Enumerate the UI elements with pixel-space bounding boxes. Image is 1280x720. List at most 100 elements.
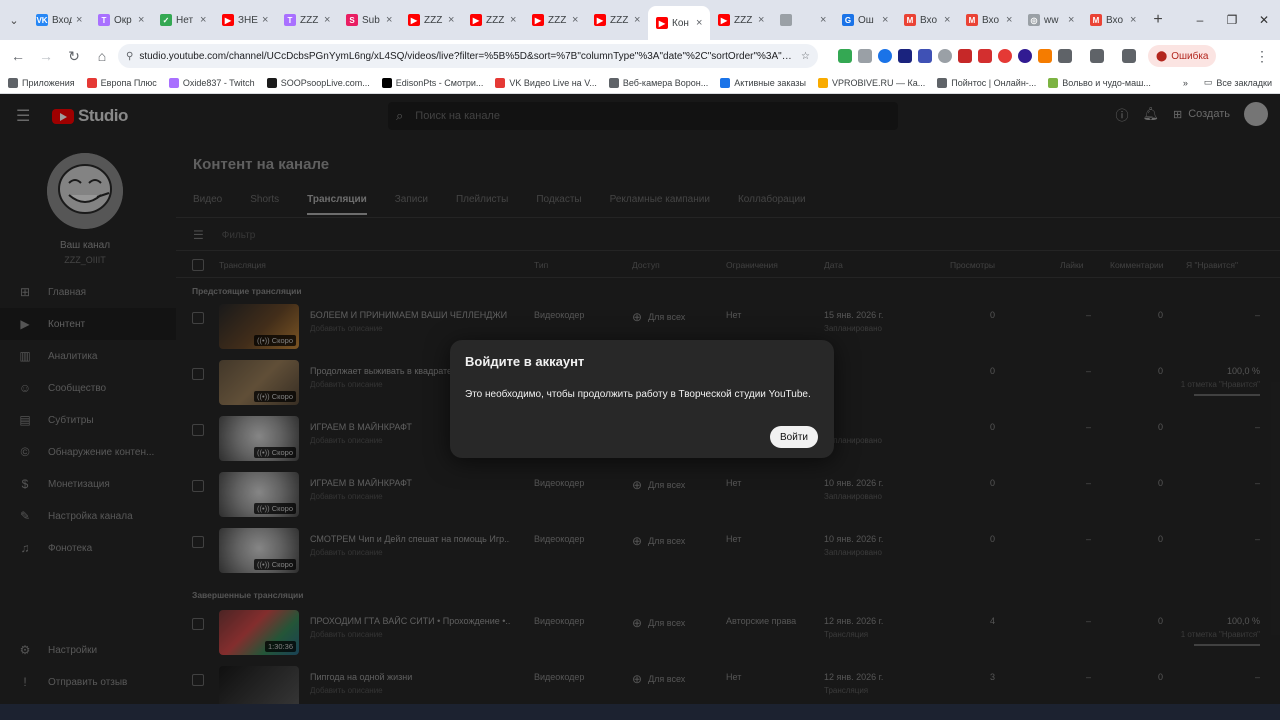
bookmark-item[interactable]: Активные заказы [720,77,806,88]
close-tab-icon[interactable]: × [758,14,768,26]
browser-tab[interactable]: T ZZZ × [276,0,338,40]
bookmark-label: VPROBIVE.RU — Ка... [831,77,926,88]
profile-error-icon: ⬤ [1156,50,1168,62]
home-icon[interactable]: ⌂ [90,44,114,68]
bookmark-item[interactable]: Oxide837 - Twitch [168,77,255,88]
back-icon[interactable]: ← [6,44,30,68]
browser-tab[interactable]: T Окр × [90,0,152,40]
tab-groups-icon[interactable] [1090,49,1104,63]
browser-tab[interactable]: ▶ Кон × [648,6,710,40]
browser-tab[interactable]: ▶ ZZZ × [586,0,648,40]
browser-tab[interactable]: S Sub × [338,0,400,40]
browser-tab[interactable]: ◎ ww × [1020,0,1082,40]
browser-tab[interactable]: M Вхо × [1082,0,1144,40]
close-tab-icon[interactable]: × [696,17,706,29]
browser-tab[interactable]: ✓ Нет × [152,0,214,40]
close-tab-icon[interactable]: × [634,14,644,26]
extension-icon[interactable] [998,49,1012,63]
bookmark-item[interactable]: Пойнтос | Онлайн-... [937,77,1036,88]
extension-icon[interactable] [978,49,992,63]
tab-favicon-icon: T [98,14,110,26]
close-tab-icon[interactable]: × [510,14,520,26]
bookmark-favicon-icon [8,77,18,88]
bookmark-item[interactable]: Европа Плюс [86,77,157,88]
bookmark-label: Активные заказы [734,77,806,88]
close-tab-icon[interactable]: × [324,14,334,26]
extension-icon[interactable] [938,49,952,63]
tab-search-icon[interactable]: ⌄ [0,0,28,40]
close-tab-icon[interactable]: × [200,14,210,26]
close-tab-icon[interactable]: × [262,14,272,26]
bookmark-item[interactable]: EdisonPts - Смотри... [381,77,483,88]
folder-icon: ▭ [1203,77,1213,87]
extension-icon[interactable] [858,49,872,63]
close-tab-icon[interactable]: × [138,14,148,26]
extension-icon[interactable] [878,49,892,63]
tab-favicon-icon: ▶ [718,14,730,26]
bookmarks-overflow-icon[interactable]: » [1183,78,1188,88]
extension-icon[interactable] [958,49,972,63]
forward-icon[interactable]: → [34,44,58,68]
close-tab-icon[interactable]: × [448,14,458,26]
tab-title: ww [1044,14,1059,26]
bookmark-label: Вольво и чудо-маш... [1062,77,1151,88]
browser-tab[interactable]: VK Вход × [28,0,90,40]
maximize-icon[interactable]: ❐ [1216,0,1248,40]
sign-in-button[interactable]: Войти [770,426,818,448]
close-tab-icon[interactable]: × [944,14,954,26]
bookmark-item[interactable]: Веб-камера Ворон... [608,77,709,88]
browser-tab[interactable]: ▶ ZZZ × [710,0,772,40]
extensions-bar [838,49,1136,63]
extension-icon[interactable] [898,49,912,63]
close-tab-icon[interactable]: × [1130,14,1140,26]
extension-icon[interactable] [838,49,852,63]
close-tab-icon[interactable]: × [882,14,892,26]
bookmark-item[interactable]: VPROBIVE.RU — Ка... [817,77,926,88]
bookmark-favicon-icon [168,77,179,88]
browser-tab[interactable]: M Вхо × [896,0,958,40]
close-tab-icon[interactable]: × [572,14,582,26]
close-tab-icon[interactable]: × [76,14,86,26]
tab-favicon-icon: S [346,14,358,26]
reload-icon[interactable]: ↻ [62,44,86,68]
bookmark-item[interactable]: Вольво и чудо-маш... [1048,77,1151,88]
bookmark-item[interactable]: SOOPsoopLive.com... [266,77,370,88]
bookmark-label: Веб-камера Ворон... [622,77,709,88]
browser-tab[interactable]: G Ош × [834,0,896,40]
close-tab-icon[interactable]: × [1006,14,1016,26]
tab-title: Нет [176,14,194,26]
tab-title: ZZZ [734,14,753,26]
tab-title: Кон [672,17,689,29]
extension-icon[interactable] [1018,49,1032,63]
minimize-icon[interactable]: – [1184,0,1216,40]
browser-tab[interactable]: × [772,0,834,40]
close-tab-icon[interactable]: × [1068,14,1078,26]
close-window-icon[interactable]: ✕ [1248,0,1280,40]
close-tab-icon[interactable]: × [386,14,396,26]
all-bookmarks-button[interactable]: ▭ Все закладки [1204,77,1272,88]
browser-tab[interactable]: ▶ ZZZ × [524,0,586,40]
bookmark-item[interactable]: VK Видео Live на V... [495,77,597,88]
new-tab-button[interactable]: + [1144,0,1172,40]
reading-list-icon[interactable] [1122,49,1136,63]
profile-error-button[interactable]: ⬤ Ошибка [1148,45,1217,67]
browser-tab[interactable]: ▶ ЗНЕ × [214,0,276,40]
browser-tab[interactable]: M Вхо × [958,0,1020,40]
extensions-puzzle-icon[interactable] [1058,49,1072,63]
tab-title: Вход [52,14,72,26]
bookmark-item[interactable]: Приложения [8,77,75,88]
close-tab-icon[interactable]: × [820,14,830,26]
browser-menu-icon[interactable]: ⋮ [1250,44,1274,68]
tab-title: Вхо [1106,14,1124,26]
bookmark-favicon-icon [1048,77,1059,88]
bookmarks-bar: Приложения Европа Плюс Oxide837 - Twitch SO… [0,72,1280,94]
tab-title: Вхо [920,14,938,26]
bookmark-star-icon[interactable]: ☆ [801,51,810,62]
site-info-icon[interactable]: ⚲ [126,51,133,62]
address-bar[interactable]: ⚲ studio.youtube.com/channel/UCcDcbsPGnY… [118,44,818,68]
extension-icon[interactable] [1038,49,1052,63]
browser-tab[interactable]: ▶ ZZZ × [400,0,462,40]
bookmark-favicon-icon [720,77,731,88]
extension-icon[interactable] [918,49,932,63]
browser-tab[interactable]: ▶ ZZZ × [462,0,524,40]
